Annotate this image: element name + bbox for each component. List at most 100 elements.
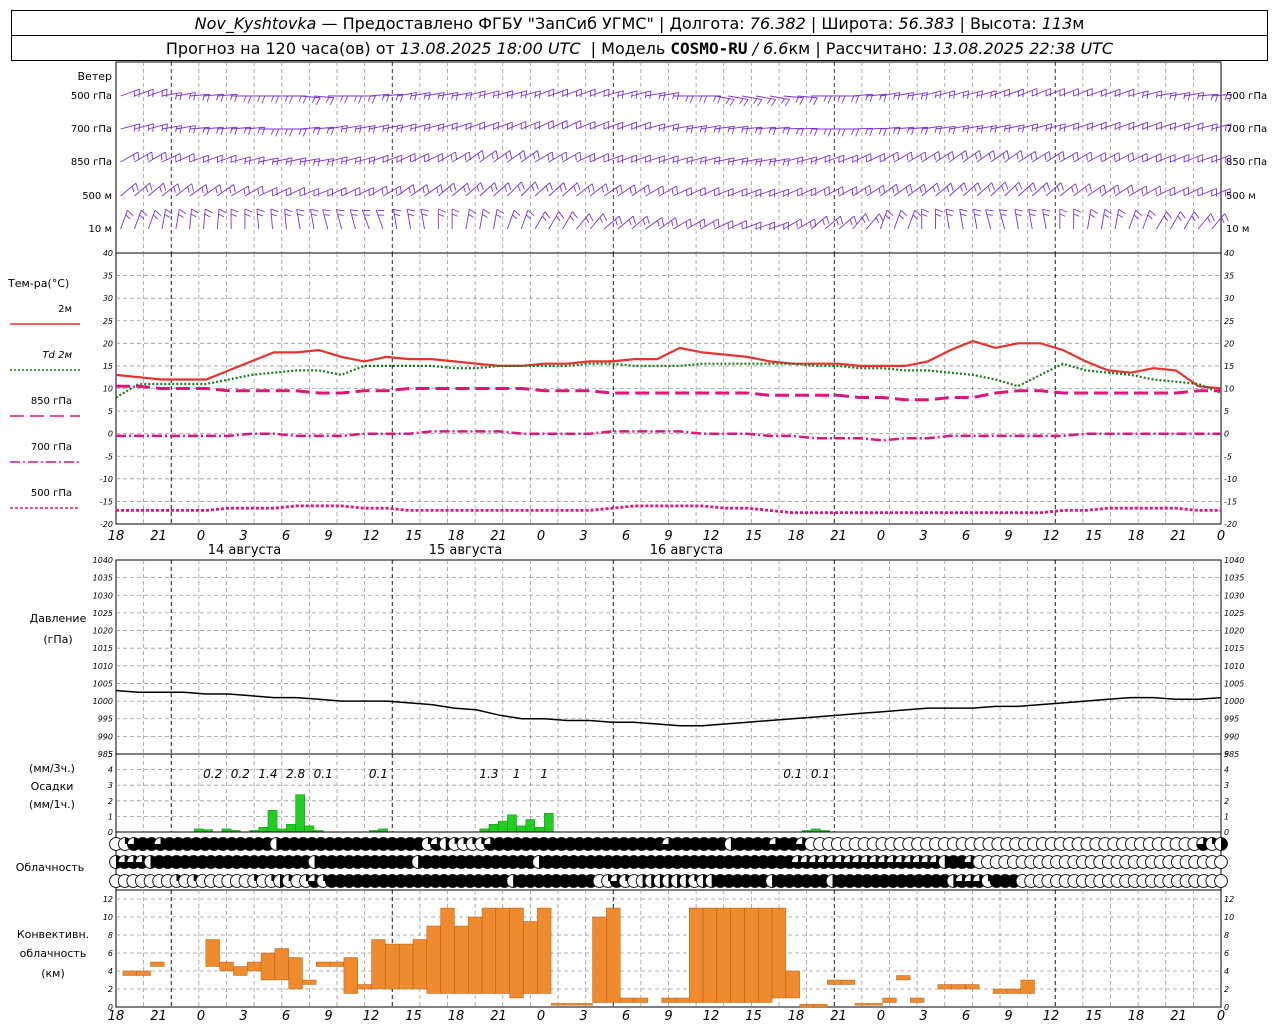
wind-barb-feather xyxy=(372,125,376,134)
wind-barb xyxy=(392,208,402,230)
wind-barb-feather xyxy=(891,187,895,194)
wind-barb-shaft xyxy=(973,209,978,230)
wind-barb-feather xyxy=(618,216,623,224)
wind-barb xyxy=(907,92,929,101)
time-axis-top-label: 21 xyxy=(490,529,507,544)
wind-barb-shaft xyxy=(451,151,470,163)
wind-barb-feather xyxy=(1059,208,1068,213)
wind-barb xyxy=(963,90,983,99)
wind-barb-feather xyxy=(302,128,307,137)
wind-barb-feather xyxy=(919,187,922,194)
convective-bar xyxy=(827,979,842,985)
wind-barb-feather xyxy=(809,221,812,228)
pressure-ytick-right: 1000 xyxy=(1224,697,1244,706)
wind-barb-feather xyxy=(549,182,553,191)
wind-barb xyxy=(921,208,930,229)
wind-barb-shaft xyxy=(217,184,234,197)
wind-barb-feather xyxy=(451,124,454,131)
convective-ytick-right: 4 xyxy=(1224,967,1229,976)
wind-barb-feather xyxy=(507,182,512,191)
wind-barb-feather xyxy=(131,186,135,193)
wind-barb-feather xyxy=(437,125,440,132)
convective-bar xyxy=(578,1003,593,1006)
wind-barb-feather xyxy=(544,211,551,219)
convective-bar xyxy=(619,997,635,1003)
precip-ytick-left: 0 xyxy=(108,828,113,837)
time-axis-bottom-label: 6 xyxy=(282,1009,290,1024)
wind-barb-feather xyxy=(699,221,702,228)
convective-bar xyxy=(122,970,137,976)
wind-barb-shaft xyxy=(1156,211,1167,230)
wind-barb-feather xyxy=(450,154,453,161)
wind-barb xyxy=(410,92,431,101)
wind-barb xyxy=(645,123,666,132)
wind-barb-feather xyxy=(350,209,359,212)
wind-barb xyxy=(1169,211,1186,230)
wind-barb-shaft xyxy=(189,209,192,230)
precip-3h-label: 1 xyxy=(540,767,548,781)
wind-barb xyxy=(589,213,608,230)
precip-3h-label: 0.1 xyxy=(369,767,388,781)
wind-barb-feather xyxy=(1113,187,1116,194)
convective-bar xyxy=(689,907,704,1003)
wind-barb-feather xyxy=(1177,215,1182,222)
wind-barb-feather xyxy=(973,185,977,192)
convective-bar xyxy=(205,939,220,967)
wind-barb-feather xyxy=(325,97,330,103)
wind-barb-feather xyxy=(717,218,720,227)
wind-barb xyxy=(534,211,551,230)
wind-barb xyxy=(700,187,720,197)
wind-barb-feather xyxy=(1099,187,1102,194)
convective-bar xyxy=(868,1003,883,1006)
wind-barb xyxy=(244,156,265,165)
wind-barb-shaft xyxy=(1128,185,1147,197)
wind-barb xyxy=(935,125,956,135)
pressure-ytick-right: 1035 xyxy=(1224,574,1244,583)
wind-barb-feather xyxy=(1118,208,1126,215)
wind-barb-feather xyxy=(179,125,183,134)
wind-barb-feather xyxy=(421,213,428,217)
temp-legend-label: 850 гПа xyxy=(31,396,72,407)
wind-barb-feather xyxy=(980,125,984,134)
wind-barb xyxy=(133,209,148,230)
wind-barb-feather xyxy=(784,99,790,107)
convective-bar xyxy=(357,984,372,990)
wind-barb-feather xyxy=(647,184,651,193)
wind-barb-feather xyxy=(451,208,460,213)
wind-barb-feather xyxy=(892,154,895,161)
wind-barb-feather xyxy=(662,185,665,194)
convective-bar xyxy=(233,966,248,976)
wind-barb-feather xyxy=(960,213,967,217)
wind-barb-feather xyxy=(959,208,968,212)
wind-barb xyxy=(120,182,139,197)
wind-barb-feather xyxy=(275,95,280,104)
time-axis-top-label: 9 xyxy=(664,529,672,544)
wind-barb xyxy=(341,156,362,165)
temp-ytick-right: 10 xyxy=(1224,385,1234,394)
wind-barb-shaft xyxy=(880,151,898,163)
wind-barb xyxy=(959,208,968,230)
wind-barb-feather xyxy=(1155,188,1157,195)
wind-barb-shaft xyxy=(1114,184,1132,197)
wind-barb-feather xyxy=(310,208,319,212)
precip-ytick-left: 4 xyxy=(108,766,113,775)
wind-barb-feather xyxy=(910,151,913,160)
wind-barb-feather xyxy=(163,183,167,191)
wind-barb-feather xyxy=(289,95,293,104)
wind-barb-feather xyxy=(727,126,730,133)
wind-barb-feather xyxy=(261,95,266,104)
wind-barb-shaft xyxy=(1142,210,1150,230)
convective-ytick-right: 12 xyxy=(1224,895,1234,904)
wind-barb-feather xyxy=(658,188,660,195)
wind-barb xyxy=(341,95,363,104)
wind-barb xyxy=(451,208,460,229)
wind-barb xyxy=(520,181,539,197)
convective-bar xyxy=(992,988,1008,994)
wind-barb xyxy=(935,208,944,229)
convective-ytick-left: 2 xyxy=(108,985,113,994)
wind-barb-feather xyxy=(426,184,430,193)
precip-bar xyxy=(304,825,315,833)
wind-barb-feather xyxy=(823,95,827,102)
precip-ytick-right: 0 xyxy=(1224,828,1229,837)
wind-barb xyxy=(672,156,693,165)
